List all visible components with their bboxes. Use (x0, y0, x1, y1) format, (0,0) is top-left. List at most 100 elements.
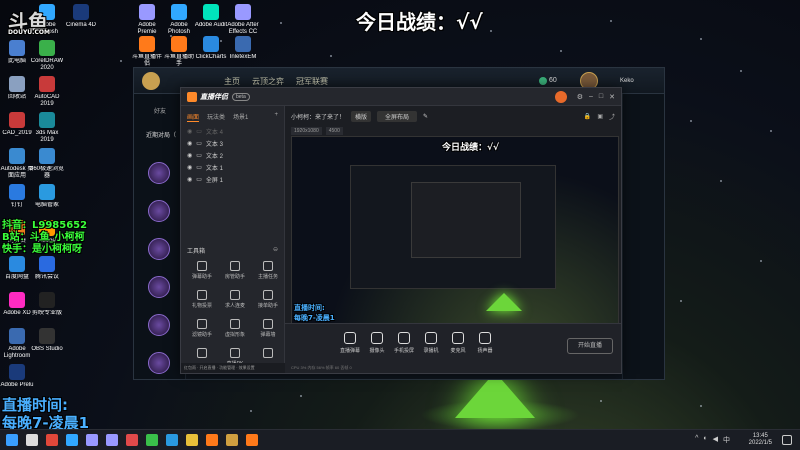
desktop-icon[interactable]: InletexEM (226, 36, 260, 61)
notification-icon[interactable] (782, 435, 792, 445)
start-stream-button[interactable]: 开始直播 (567, 338, 613, 354)
desktop-icon[interactable]: 360极速浏览器 (30, 148, 64, 180)
search-icon[interactable] (26, 434, 38, 446)
settings-icon[interactable]: ⚙ (577, 93, 583, 101)
eye-icon[interactable]: ◉ (187, 152, 192, 159)
tab-scene1[interactable]: 场景1 (233, 112, 248, 122)
network-icon[interactable]: ◐ (703, 435, 707, 445)
tool-item[interactable]: 房管助手 (220, 261, 250, 280)
close-icon[interactable]: ✕ (609, 93, 615, 101)
stream-action-button[interactable]: 录播机 (416, 332, 446, 354)
desktop-icon[interactable]: AutoCAD 2019 (30, 76, 64, 108)
match-avatar[interactable] (148, 200, 170, 222)
stream-action-button[interactable]: 麦克风 (443, 332, 473, 354)
resolution[interactable]: 1920x1080 (291, 127, 322, 135)
match-avatar[interactable] (148, 276, 170, 298)
match-avatar[interactable] (148, 352, 170, 374)
ps-taskbar-icon[interactable] (66, 434, 78, 446)
desktop-icon[interactable]: Adobe XD (0, 292, 34, 317)
desktop-icon[interactable]: 剪映专业版 (30, 292, 64, 317)
desktop-icon[interactable]: 电脑管家 (30, 184, 64, 209)
desktop-icon[interactable]: 斗鱼直播伴侣 (130, 36, 164, 68)
ime-icon[interactable]: 中 (723, 435, 730, 445)
desktop-icon[interactable]: 腾讯会议 (30, 256, 64, 281)
scene-item[interactable]: ◉ ▭ 文本 2 (181, 149, 284, 161)
desktop-icon[interactable]: 3ds Max 2019 (30, 112, 64, 144)
desktop-icon[interactable]: Autodesk 桌面应用 (0, 148, 34, 180)
eye-icon[interactable]: ◉ (187, 164, 192, 171)
scene-item[interactable]: ◉ ▭ 文本 3 (181, 137, 284, 149)
chrome-icon[interactable] (46, 434, 58, 446)
desktop-icon[interactable]: 钉钉 (0, 184, 34, 209)
tool-item[interactable]: 礼物投票 (187, 290, 217, 309)
app-taskbar-icon[interactable] (126, 434, 138, 446)
maximize-icon[interactable]: □ (599, 93, 603, 100)
tab-friends[interactable]: 好友 (154, 106, 166, 115)
minimize-icon[interactable]: – (589, 93, 593, 100)
tool-item[interactable]: 虚拟形象 (220, 319, 250, 338)
match-avatar[interactable] (148, 162, 170, 184)
desktop-icon[interactable]: 斗鱼直播助手 (162, 36, 196, 68)
lol-logo[interactable] (142, 72, 160, 90)
edit-icon[interactable]: ✎ (423, 113, 428, 120)
share-icon[interactable]: ⤴ (609, 112, 615, 121)
eye-icon[interactable]: ◉ (187, 128, 192, 135)
match-avatar[interactable] (148, 238, 170, 260)
tool-item[interactable]: 弹幕墙 (253, 319, 283, 338)
stream-action-button[interactable]: 扬声器 (470, 332, 500, 354)
desktop-icon[interactable]: Adobe Prelu (0, 364, 34, 389)
desktop-icon[interactable]: 回收站 (0, 76, 34, 101)
scene-item[interactable]: ◉ ▭ 文本 1 (181, 161, 284, 173)
windows-start-icon[interactable] (6, 434, 18, 446)
tool-item[interactable]: 接单助手 (253, 290, 283, 309)
nav-league[interactable]: 冠军联赛 (296, 76, 328, 87)
chevron-up-icon[interactable]: ^ (695, 435, 698, 445)
nav-home[interactable]: 主页 (224, 76, 240, 87)
scene-item[interactable]: ◉ ▭ 文本 4 (181, 125, 284, 137)
streaming-app-window[interactable]: 直播伴侣 beta ⚙ – □ ✕ 画面 玩法类 场景1 + ◉ ▭ 文本 4 ◉ ▭ 文… (180, 87, 622, 374)
tab-gameplay[interactable]: 玩法类 (207, 112, 225, 122)
lol-taskbar-icon[interactable] (226, 434, 238, 446)
tool-item[interactable]: 弹幕助手 (187, 261, 217, 280)
stream-preview[interactable]: 今日战绩：√√ 直播时间: 每晚7-凌晨1 (291, 136, 619, 324)
desktop-icon[interactable]: CorelDRAW 2020 (30, 40, 64, 72)
ae-taskbar-icon[interactable] (86, 434, 98, 446)
bitrate[interactable]: 4500 (325, 127, 343, 135)
clock[interactable]: 13:45 2022/1/5 (749, 433, 772, 447)
nav-tft[interactable]: 云顶之弈 (252, 76, 284, 87)
gift-icon[interactable]: ▣ (597, 113, 603, 120)
qq-icon[interactable] (166, 434, 178, 446)
tool-item[interactable]: 主播任务 (253, 261, 283, 280)
layout-select[interactable]: 全屏布局 (377, 111, 418, 122)
desktop-icon[interactable]: OBS Studio (30, 328, 64, 353)
profile-name[interactable]: Keko (620, 78, 634, 84)
scene-item[interactable]: ◉ ▭ 全屏 1 (181, 173, 284, 185)
tab-scene[interactable]: 画面 (187, 112, 200, 122)
desktop-icon[interactable]: Adobe Premie (130, 4, 164, 36)
desktop-icon[interactable]: Adobe Photosh (162, 4, 196, 36)
stream-taskbar-icon[interactable] (246, 434, 258, 446)
desktop-icon[interactable]: Adobe After Effects CC (226, 4, 260, 36)
user-avatar[interactable] (554, 90, 567, 103)
folder-icon[interactable] (186, 434, 198, 446)
desktop-icon[interactable]: Adobe Audit (194, 4, 228, 29)
preset-select[interactable]: 横版 (351, 111, 372, 122)
game-nav[interactable]: 主页 云顶之弈 冠军联赛 (224, 76, 328, 87)
desktop-icon[interactable]: Adobe Lightroom (0, 328, 34, 360)
desktop-icon[interactable]: ClickCharts (194, 36, 228, 61)
volume-icon[interactable]: ◀ (713, 435, 718, 445)
tool-item[interactable]: 求人连麦 (220, 290, 250, 309)
eye-icon[interactable]: ◉ (187, 140, 192, 147)
stream-action-button[interactable]: 手机投屏 (389, 332, 419, 354)
wechat-icon[interactable] (146, 434, 158, 446)
tool-item[interactable]: 滤镜助手 (187, 319, 217, 338)
desktop-icon[interactable]: CAD_2019 (0, 112, 34, 137)
desktop-icon[interactable]: Cinema 4D (64, 4, 98, 29)
pr-taskbar-icon[interactable] (106, 434, 118, 446)
eye-icon[interactable]: ◉ (187, 176, 192, 183)
stream-action-button[interactable]: 直播弹幕 (335, 332, 365, 354)
lock-icon[interactable]: 🔒 (584, 113, 591, 120)
add-scene-button[interactable]: + (274, 112, 278, 122)
tools-collapse-icon[interactable]: ⊖ (273, 246, 278, 255)
match-avatar[interactable] (148, 314, 170, 336)
